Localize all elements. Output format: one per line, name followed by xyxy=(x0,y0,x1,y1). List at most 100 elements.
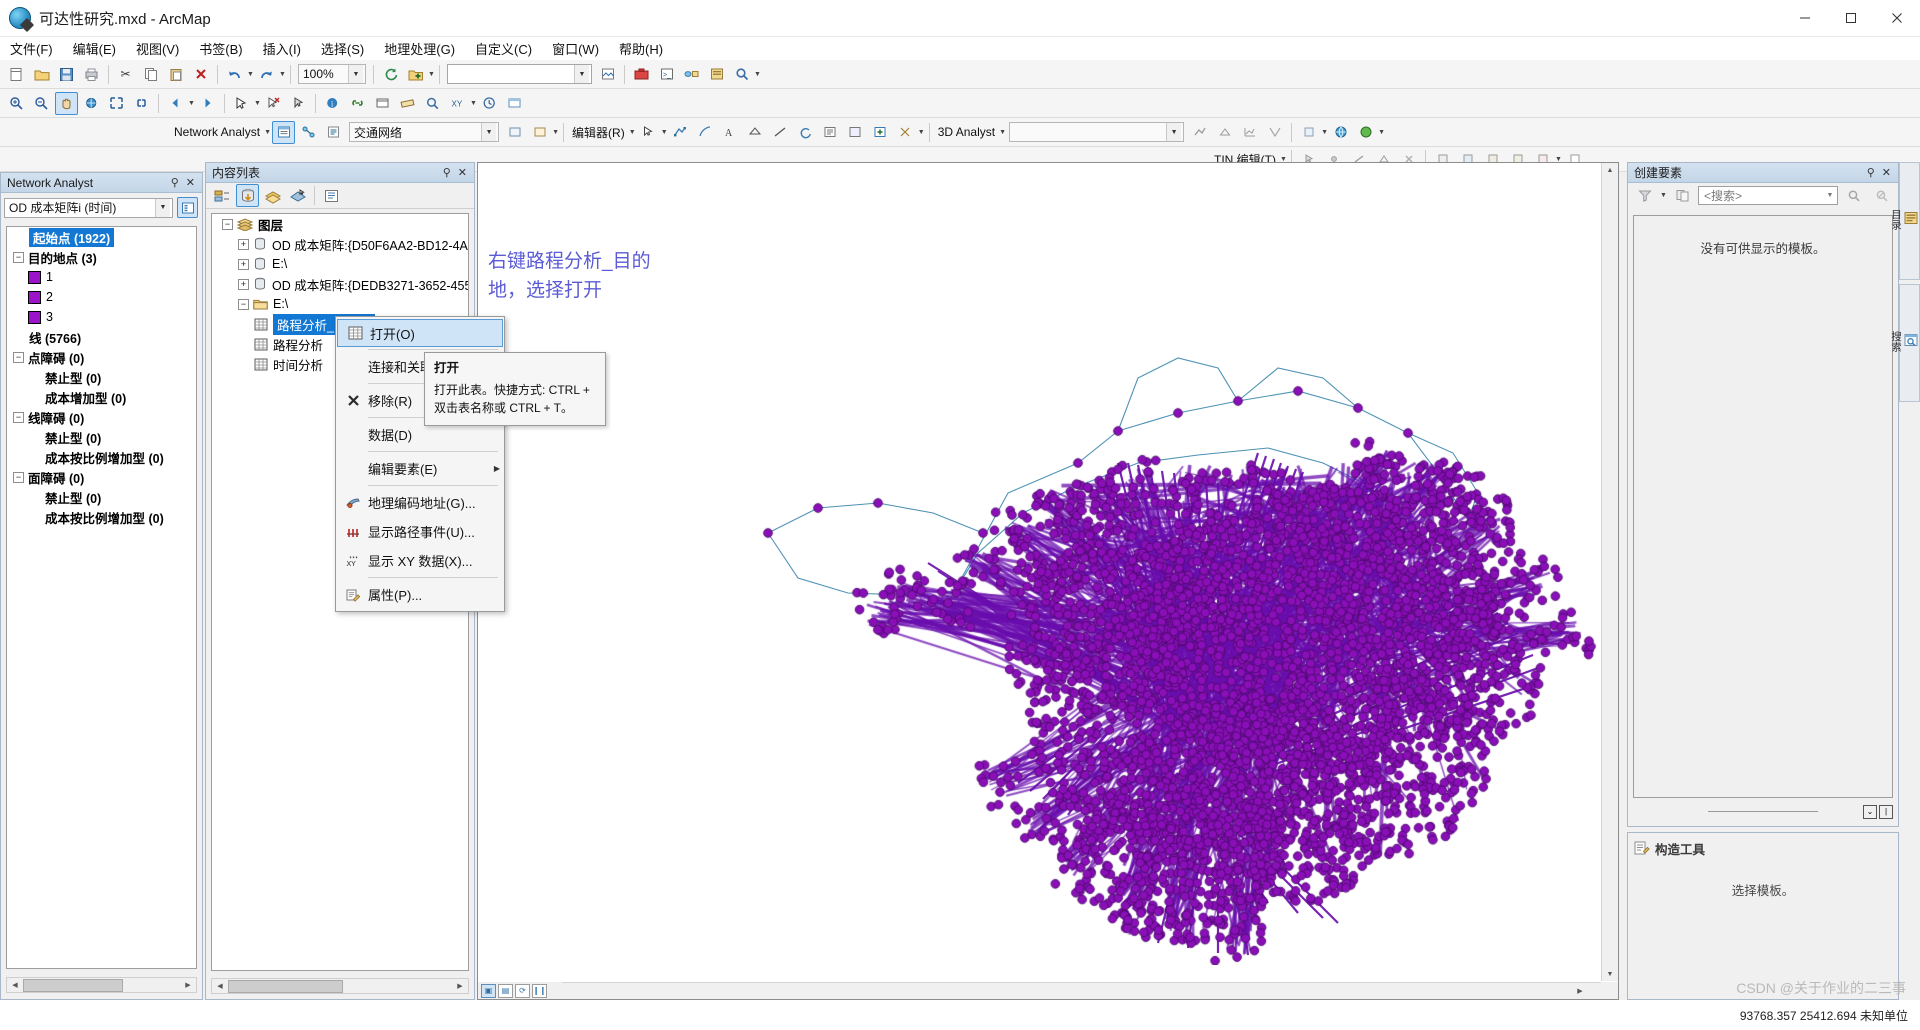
close-icon[interactable]: ✕ xyxy=(186,176,195,189)
map-scale-combo[interactable]: 100% ▼ xyxy=(298,64,366,84)
search-input[interactable]: <搜索> ▼ xyxy=(1698,186,1838,205)
na-node-line-barriers[interactable]: − 线障碍 (0) xyxy=(7,407,196,427)
interpolate-line-icon[interactable] xyxy=(1188,121,1211,144)
context-menu-item-display-xy-data[interactable]: XY 显示 XY 数据(X)... xyxy=(336,546,504,575)
na-node-destinations[interactable]: − 目的地点 (3) xyxy=(7,247,196,267)
3d-create-icon[interactable] xyxy=(1297,121,1320,144)
maximize-button[interactable] xyxy=(1828,0,1874,37)
list-by-selection-icon[interactable] xyxy=(286,184,309,207)
edit-vertices-icon[interactable] xyxy=(669,121,692,144)
edit-trace-icon[interactable] xyxy=(694,121,717,144)
go-to-xy-icon[interactable]: XY xyxy=(446,92,469,115)
interpolate-polygon-icon[interactable] xyxy=(1213,121,1236,144)
list-by-visibility-icon[interactable] xyxy=(261,184,284,207)
network-dataset-dropdown-icon[interactable]: ▼ xyxy=(481,123,497,141)
identify-icon[interactable]: i xyxy=(321,92,344,115)
menu-edit[interactable]: 编辑(E) xyxy=(63,37,126,60)
edit-annotation-icon[interactable]: A xyxy=(719,121,742,144)
analyst3d-menu-label[interactable]: 3D Analyst xyxy=(934,125,999,139)
add-data-dropdown-icon[interactable]: ▼ xyxy=(428,63,435,86)
na-node-point-barriers[interactable]: − 点障碍 (0) xyxy=(7,347,196,367)
na-node-line-restriction[interactable]: 禁止型 (0) xyxy=(7,427,196,447)
network-solve-icon[interactable] xyxy=(297,121,320,144)
toc-row-e-drive-db[interactable]: + E:\ xyxy=(212,254,468,274)
analysis-layer-dropdown-icon[interactable]: ▼ xyxy=(155,198,170,217)
pin-icon[interactable]: ⚲ xyxy=(443,166,451,179)
collapse-bar-icon[interactable]: | xyxy=(1879,804,1893,819)
map-horizontal-scrollbar[interactable]: ▶ xyxy=(478,982,1601,999)
toolbox-icon[interactable] xyxy=(630,63,653,86)
toc-row-e-drive-folder[interactable]: − E:\ xyxy=(212,294,468,314)
na-node-polygon-restriction[interactable]: 禁止型 (0) xyxy=(7,487,196,507)
context-menu-item-open[interactable]: 打开(O) xyxy=(337,319,503,347)
expander-icon[interactable]: − xyxy=(13,251,24,263)
na-node-line-scaled-cost[interactable]: 成本按比例增加型 (0) xyxy=(7,447,196,467)
delete-icon[interactable] xyxy=(189,63,212,86)
edit-snapping-icon[interactable] xyxy=(894,121,917,144)
hyperlink-icon[interactable] xyxy=(346,92,369,115)
goto-xy-dropdown-icon[interactable]: ▼ xyxy=(470,92,477,115)
editor-dropdown-icon[interactable]: ▼ xyxy=(574,65,589,83)
organize-templates-icon[interactable] xyxy=(1671,184,1694,207)
na-node-polygon-barriers[interactable]: − 面障碍 (0) xyxy=(7,467,196,487)
network-analyst-horizontal-scrollbar[interactable]: ◀ ▶ xyxy=(6,977,197,993)
edit-cut-polygon-icon[interactable] xyxy=(744,121,767,144)
na-node-lines[interactable]: 线 (5766) xyxy=(7,327,196,347)
analysis-layer-combo[interactable]: OD 成本矩阵i (时间) ▼ xyxy=(4,197,173,218)
na-node-dest-1[interactable]: 1 xyxy=(7,267,196,287)
network-analyst-menu-label[interactable]: Network Analyst xyxy=(170,125,264,139)
redo-dropdown-icon[interactable]: ▼ xyxy=(279,63,286,86)
network-analyst-dropdown-icon[interactable]: ▼ xyxy=(264,121,271,144)
copy-icon[interactable] xyxy=(139,63,162,86)
undo-dropdown-icon[interactable]: ▼ xyxy=(247,63,254,86)
context-menu-item-properties[interactable]: 属性(P)... xyxy=(336,580,504,609)
menu-view[interactable]: 视图(V) xyxy=(126,37,189,60)
na-node-point-added-cost[interactable]: 成本增加型 (0) xyxy=(7,387,196,407)
map-scale-dropdown-icon[interactable]: ▼ xyxy=(348,65,363,83)
clear-search-icon[interactable] xyxy=(1870,184,1893,207)
expander-icon[interactable]: − xyxy=(238,298,249,310)
edit-snapping-dropdown-icon[interactable]: ▼ xyxy=(918,121,925,144)
search-dropdown-icon[interactable]: ▼ xyxy=(1823,192,1837,199)
context-menu-item-geocode-addresses[interactable]: 地理编码地址(G)... xyxy=(336,488,504,517)
pan-icon[interactable] xyxy=(55,91,78,115)
go-back-dropdown-icon[interactable]: ▼ xyxy=(188,92,195,115)
expander-icon[interactable]: + xyxy=(238,258,249,270)
select-features-icon[interactable] xyxy=(230,92,253,115)
menu-file[interactable]: 文件(F) xyxy=(0,37,63,60)
expander-icon[interactable]: + xyxy=(238,278,249,290)
scroll-thumb[interactable] xyxy=(23,978,123,992)
cut-icon[interactable]: ✂ xyxy=(114,63,137,86)
list-by-source-icon[interactable] xyxy=(236,184,259,207)
na-node-polygon-scaled-cost[interactable]: 成本按比例增加型 (0) xyxy=(7,507,196,527)
search-window-icon[interactable] xyxy=(730,63,753,86)
select-elements-icon[interactable] xyxy=(287,92,310,115)
close-icon[interactable]: ✕ xyxy=(1882,166,1891,179)
go-back-extent-icon[interactable] xyxy=(164,92,187,115)
fixed-zoom-in-icon[interactable] xyxy=(105,92,128,115)
open-icon[interactable] xyxy=(30,63,53,86)
toc-horizontal-scrollbar[interactable]: ◀ ▶ xyxy=(211,978,469,994)
network-dataset-combo[interactable]: 交通网络 ▼ xyxy=(349,122,500,142)
layout-view-icon[interactable]: ▤ xyxy=(498,983,513,998)
create-viewer-window-icon[interactable] xyxy=(503,92,526,115)
arcscene-icon[interactable] xyxy=(1354,121,1377,144)
menu-help[interactable]: 帮助(H) xyxy=(609,37,673,60)
search-dropdown-icon[interactable]: ▼ xyxy=(754,63,761,86)
fixed-zoom-out-icon[interactable] xyxy=(130,92,153,115)
editor-menu-label[interactable]: 编辑器(R) xyxy=(568,124,629,141)
map-scale-refresh-icon[interactable] xyxy=(379,63,402,86)
clear-selection-icon[interactable] xyxy=(262,92,285,115)
scroll-left-icon[interactable]: ◀ xyxy=(212,979,228,993)
na-node-dest-2[interactable]: 2 xyxy=(7,287,196,307)
create-features-splitter[interactable]: ⌄ | xyxy=(1633,803,1893,820)
go-forward-extent-icon[interactable] xyxy=(196,92,219,115)
analyst3d-layer-combo[interactable]: ▼ xyxy=(1009,122,1185,142)
network-directions-icon[interactable] xyxy=(322,121,345,144)
edit-sketch-properties-icon[interactable] xyxy=(844,121,867,144)
map-view[interactable]: 右键路程分析_目的地，选择打开 ▲ ▼ ▶ ▣ ▤ ⟳ ❙❙ xyxy=(477,162,1619,1000)
filter-icon[interactable] xyxy=(1633,184,1656,207)
splitter-grip[interactable] xyxy=(1708,811,1818,812)
editor-dropdown-arrow-icon[interactable]: ▼ xyxy=(629,121,636,144)
map-vertical-scrollbar[interactable]: ▲ ▼ xyxy=(1601,163,1618,981)
